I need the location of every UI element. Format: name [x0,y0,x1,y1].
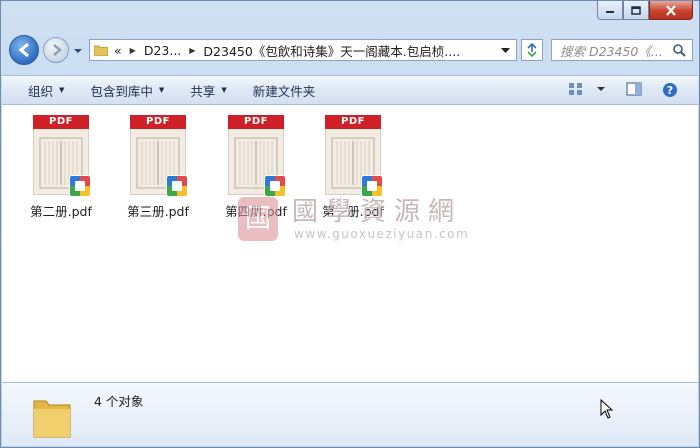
navigation-bar: « ▶ D23... ▶ D23450《包飲和诗集》天一阁藏本.包启桢.... … [9,35,693,65]
back-arrow-icon [18,42,29,58]
address-overflow[interactable]: « [114,43,122,58]
pdf-label: PDF [130,115,186,129]
watermark-url: www.guoxueziyuan.com [294,227,470,241]
breadcrumb-separator[interactable]: ▶ [189,46,195,55]
new-folder-button[interactable]: 新建文件夹 [253,81,316,100]
watermark-seal: 国 [238,197,278,241]
refresh-button[interactable] [521,39,543,61]
organize-menu[interactable]: 组织 ▼ [28,81,64,100]
details-pane: 4 个对象 [2,382,698,446]
file-name[interactable]: 第三册.pdf [115,201,201,220]
breadcrumb-separator[interactable]: ▶ [130,46,136,55]
pdf-file-icon: PDF [33,113,91,197]
chevron-down-icon: ▼ [158,86,165,94]
pdf-label: PDF [228,115,284,129]
mouse-cursor-icon [600,399,614,419]
minimize-button[interactable] [597,1,623,20]
svg-text:?: ? [667,84,673,97]
pdf-file-icon: PDF [228,113,286,197]
back-button[interactable] [9,35,39,65]
folder-icon [94,45,108,56]
share-label: 共享 [190,83,216,99]
watermark: 国 國學資源網 www.guoxueziyuan.com [238,191,478,251]
file-list: PDF 第二册.pdf PDF 第三册.pdf PDF PDF 第一册.pdf … [2,105,698,383]
caption-buttons [597,1,693,20]
file-item[interactable]: PDF 第二册.pdf [18,113,104,220]
chevron-down-icon [597,87,605,91]
recent-pages-button[interactable] [73,45,83,55]
forward-arrow-icon [53,44,63,56]
preview-pane-button[interactable] [626,82,642,96]
preview-pane-icon [626,82,642,96]
forward-button[interactable] [43,37,69,63]
chevron-down-icon [74,49,82,53]
minimize-icon [606,11,614,13]
include-library-menu[interactable]: 包含到库中 ▼ [90,81,164,100]
breadcrumb-item-parent[interactable]: D23... [144,43,181,58]
search-box[interactable]: 搜索 D23450《... [551,39,693,61]
breadcrumb-item-current[interactable]: D23450《包飲和诗集》天一阁藏本.包启桢.... [203,41,460,60]
new-folder-label: 新建文件夹 [252,83,316,99]
chevron-down-icon: ▼ [59,86,65,94]
search-placeholder: 搜索 D23450《... [560,43,663,59]
watermark-title: 國學資源網 [292,197,463,227]
address-dropdown-icon[interactable] [501,47,510,55]
search-icon[interactable] [672,43,686,57]
app-badge-icon [69,175,91,197]
view-options-icon [569,83,582,95]
app-badge-icon [166,175,188,197]
refresh-icon [527,43,537,57]
item-count: 4 个对象 [94,394,144,409]
file-item[interactable]: PDF 第三册.pdf [115,113,201,220]
help-button[interactable]: ? [662,82,678,98]
folder-icon [33,400,71,438]
explorer-window: « ▶ D23... ▶ D23450《包飲和诗集》天一阁藏本.包启桢.... … [0,0,700,448]
include-library-label: 包含到库中 [90,83,153,99]
share-menu[interactable]: 共享 ▼ [190,81,226,100]
organize-label: 组织 [28,83,54,99]
file-name[interactable]: 第二册.pdf [18,201,104,220]
view-options-button[interactable] [568,82,606,96]
command-bar: 组织 ▼ 包含到库中 ▼ 共享 ▼ 新建文件夹 ? [2,75,698,105]
maximize-button[interactable] [623,1,649,20]
help-icon: ? [663,83,677,97]
address-bar[interactable]: « ▶ D23... ▶ D23450《包飲和诗集》天一阁藏本.包启桢.... [89,39,517,61]
pdf-file-icon: PDF [325,113,383,197]
chevron-down-icon: ▼ [221,86,227,94]
close-icon [666,4,676,16]
pdf-file-icon: PDF [130,113,188,197]
pdf-label: PDF [33,115,89,129]
close-button[interactable] [649,1,693,20]
pdf-label: PDF [325,115,381,129]
maximize-icon [631,5,641,15]
